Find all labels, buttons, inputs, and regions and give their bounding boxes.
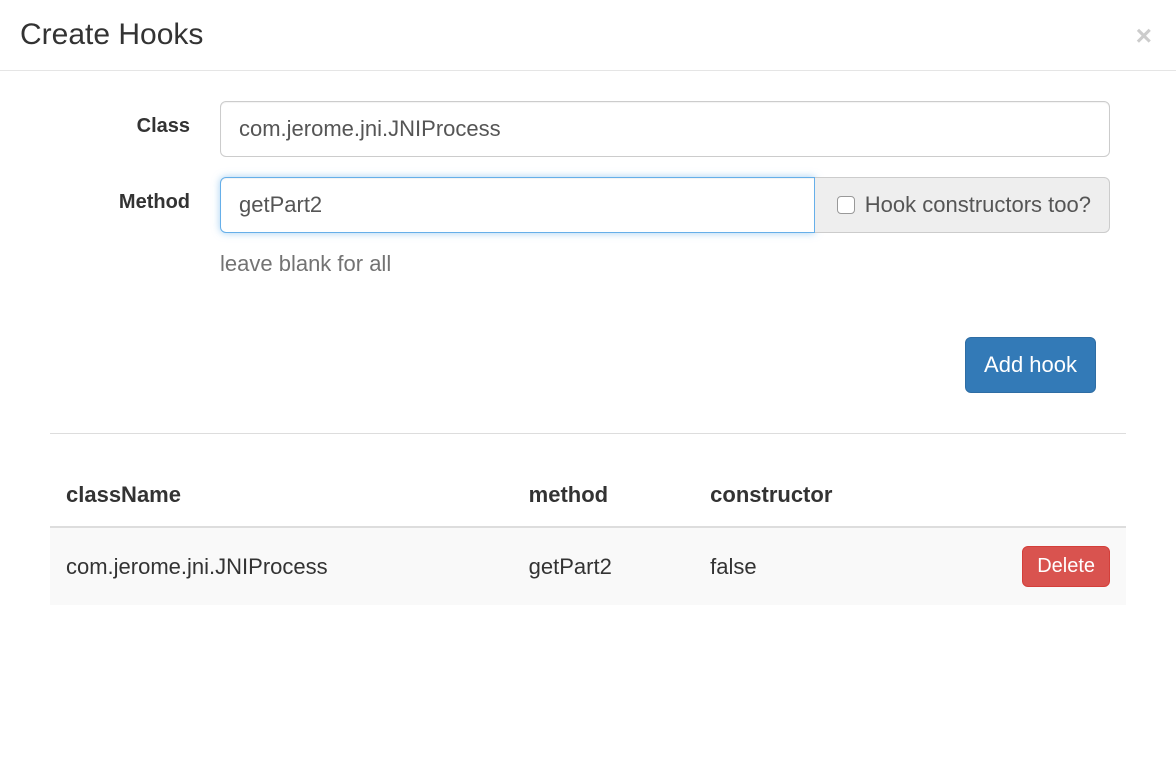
class-input[interactable] — [220, 101, 1110, 157]
cell-action: Delete — [937, 527, 1126, 605]
method-help-text: leave blank for all — [220, 251, 815, 277]
add-hook-button[interactable]: Add hook — [965, 337, 1096, 393]
constructor-addon-label: Hook constructors too? — [865, 192, 1091, 218]
class-label: Class — [20, 101, 220, 138]
table-row: com.jerome.jni.JNIProcess getPart2 false… — [50, 527, 1126, 605]
create-hooks-modal: Create Hooks × Class Method leave blank … — [0, 0, 1176, 766]
delete-button[interactable]: Delete — [1022, 546, 1110, 587]
th-constructor: constructor — [694, 464, 937, 527]
modal-title: Create Hooks — [20, 18, 203, 52]
form-actions: Add hook — [20, 337, 1156, 393]
table-header-row: className method constructor — [50, 464, 1126, 527]
hooks-table: className method constructor com.jerome.… — [50, 464, 1126, 605]
th-method: method — [513, 464, 694, 527]
modal-header: Create Hooks × — [0, 0, 1176, 71]
constructor-addon[interactable]: Hook constructors too? — [815, 177, 1110, 233]
method-label: Method — [20, 177, 220, 214]
hooks-table-wrap: className method constructor com.jerome.… — [20, 464, 1156, 605]
hook-constructors-checkbox[interactable] — [837, 196, 855, 214]
cell-method: getPart2 — [513, 527, 694, 605]
cell-classname: com.jerome.jni.JNIProcess — [50, 527, 513, 605]
th-action — [937, 464, 1126, 527]
close-icon[interactable]: × — [1132, 22, 1156, 50]
method-form-group: Method leave blank for all Hook construc… — [20, 177, 1156, 277]
separator — [50, 433, 1126, 434]
th-classname: className — [50, 464, 513, 527]
cell-constructor: false — [694, 527, 937, 605]
method-input[interactable] — [220, 177, 815, 233]
class-form-group: Class — [20, 101, 1156, 157]
modal-body: Class Method leave blank for all Hook co… — [0, 71, 1176, 625]
